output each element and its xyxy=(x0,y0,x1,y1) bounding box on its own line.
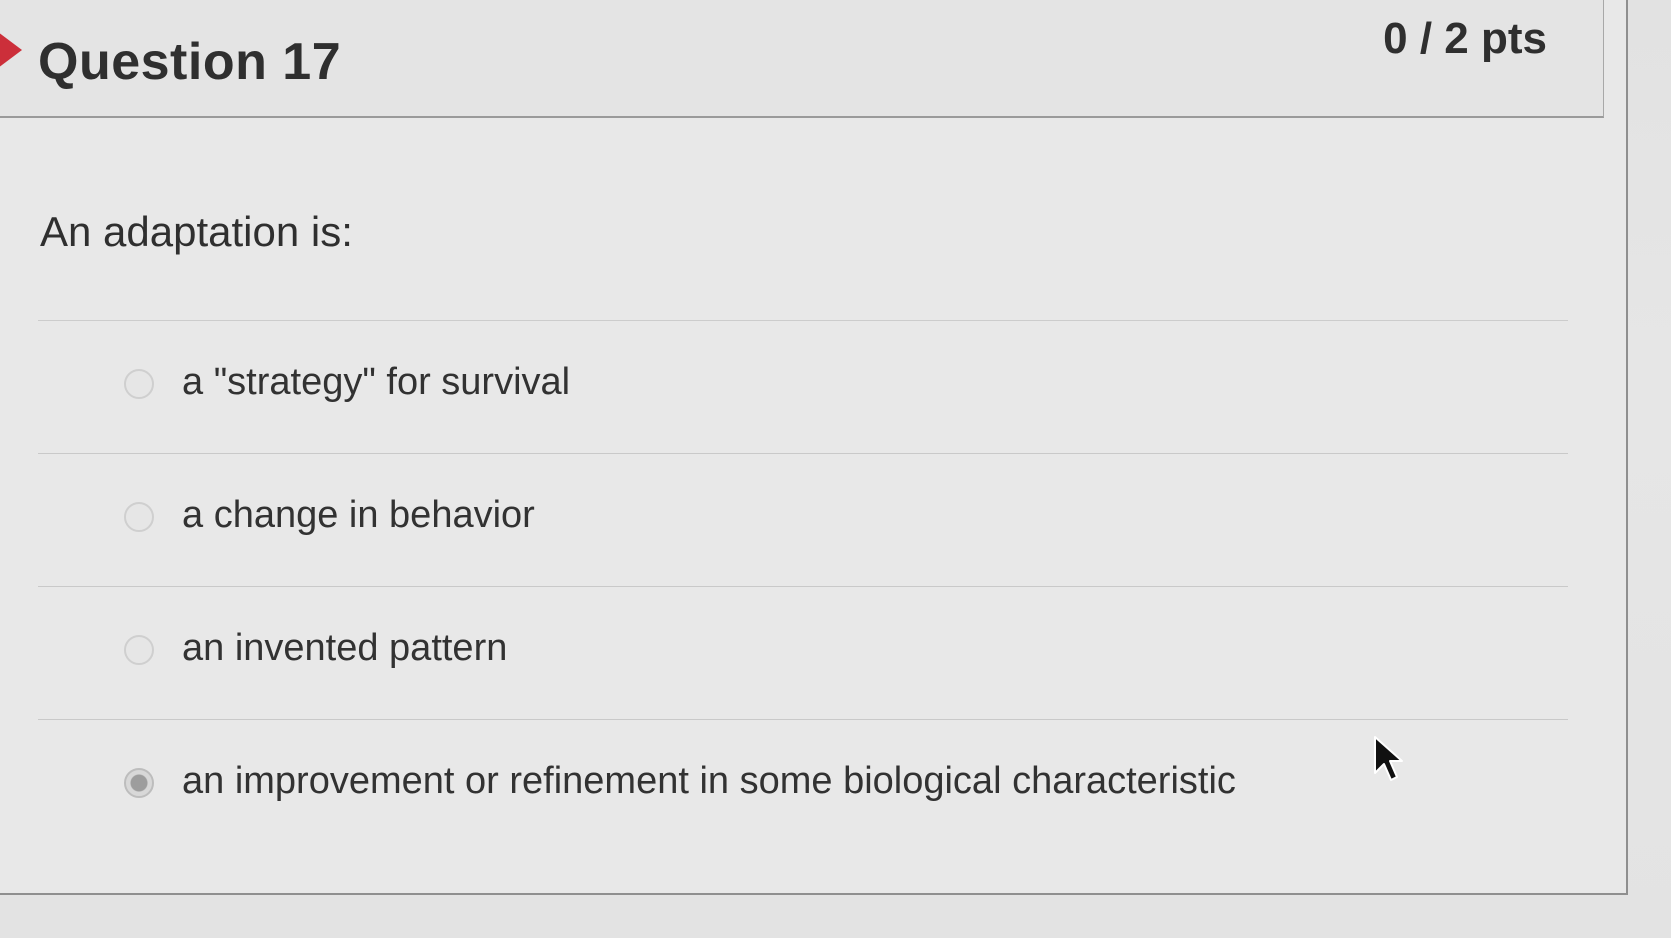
answer-option-2[interactable]: a change in behavior xyxy=(38,453,1568,586)
answer-list: a "strategy" for survival a change in be… xyxy=(38,320,1568,852)
answer-label: an invented pattern xyxy=(182,627,508,669)
answer-label: a "strategy" for survival xyxy=(182,361,571,403)
radio-button-icon[interactable] xyxy=(124,635,154,665)
question-prompt: An adaptation is: xyxy=(40,208,353,255)
answer-option-3[interactable]: an invented pattern xyxy=(38,586,1568,719)
question-title: Question 17 xyxy=(38,33,342,91)
answer-option-1[interactable]: a "strategy" for survival xyxy=(38,320,1568,453)
radio-button-selected-icon[interactable] xyxy=(124,768,154,798)
flag-marker-icon xyxy=(0,20,22,80)
mouse-pointer-icon xyxy=(1374,736,1403,781)
answer-option-4[interactable]: an improvement or refinement in some bio… xyxy=(38,719,1568,852)
answer-label: an improvement or refinement in some bio… xyxy=(182,760,1236,802)
question-header: Question 17 0 / 2 pts xyxy=(0,0,1604,118)
radio-button-icon[interactable] xyxy=(124,369,154,399)
question-points: 0 / 2 pts xyxy=(1383,14,1547,63)
page: Question 17 0 / 2 pts An adaptation is: … xyxy=(0,0,1671,938)
radio-button-icon[interactable] xyxy=(124,502,154,532)
answer-label: a change in behavior xyxy=(182,494,535,536)
